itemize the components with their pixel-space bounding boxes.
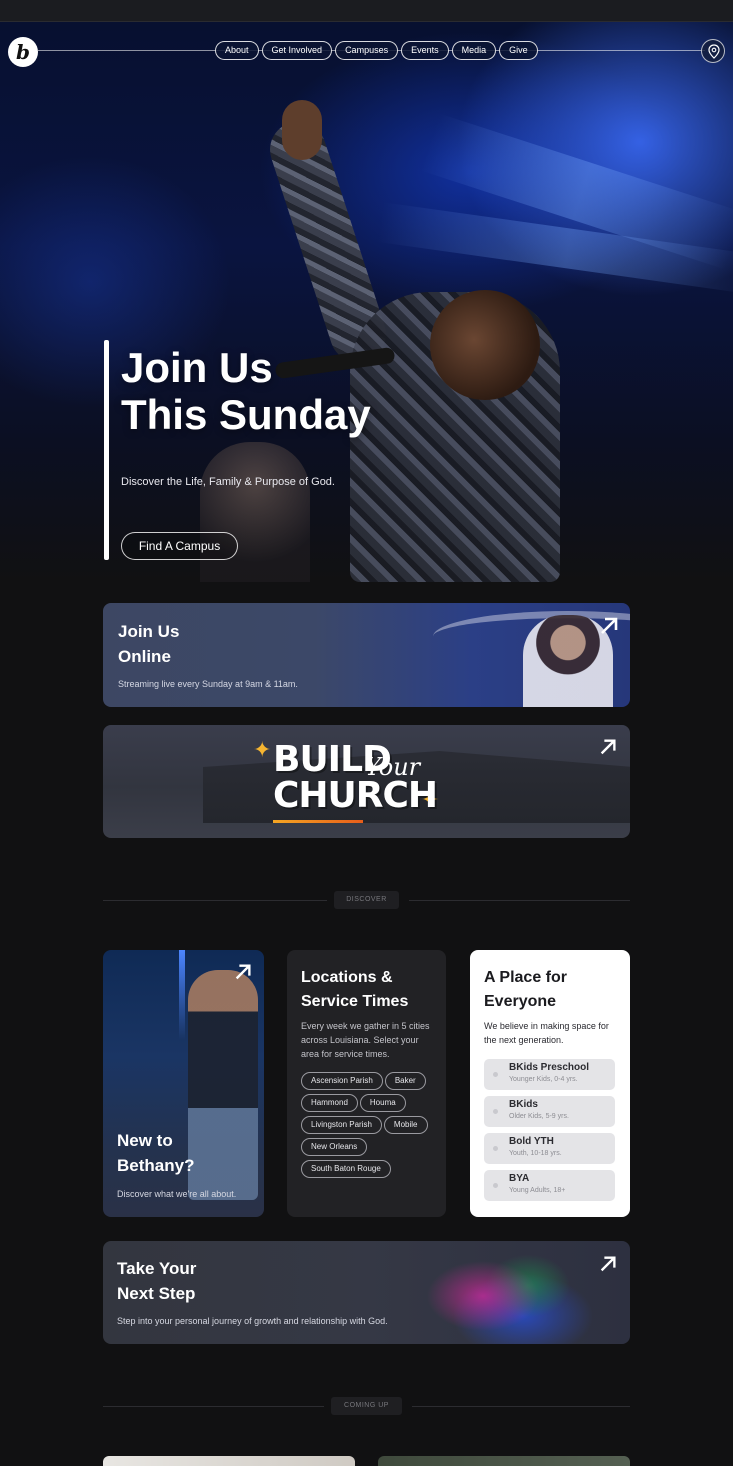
age-group-range: Young Adults, 18+ <box>509 1187 566 1194</box>
age-group-range: Younger Kids, 0-4 yrs. <box>509 1076 578 1083</box>
new-to-bethany-title: New to Bethany? <box>117 1128 217 1178</box>
divider-line <box>103 900 327 901</box>
discover-label: DISCOVER <box>334 891 399 909</box>
arrow-up-right-icon[interactable] <box>598 737 618 757</box>
age-group-name: Bold YTH <box>509 1136 554 1147</box>
nav-item-campuses[interactable]: Campuses <box>335 41 399 60</box>
bullet-icon <box>493 1109 498 1114</box>
place-for-everyone-description: We believe in making space for the next … <box>484 1021 609 1045</box>
age-group-range: Youth, 10-18 yrs. <box>509 1150 562 1157</box>
place-title-line1: A Place for <box>484 969 567 986</box>
divider-line <box>412 1406 630 1407</box>
location-tag-mobile[interactable]: Mobile <box>383 1116 428 1134</box>
location-tag-hammond[interactable]: Hammond <box>301 1094 358 1112</box>
join-online-title-line1: Join Us <box>118 622 180 641</box>
location-tag-houma[interactable]: Houma <box>359 1094 406 1112</box>
bullet-icon <box>493 1072 498 1077</box>
build-accent-stripe <box>273 820 363 823</box>
location-tags: Ascension Parish Baker Hammond Houma Liv… <box>301 1072 441 1178</box>
location-tag-livingston-parish[interactable]: Livingston Parish <box>301 1116 382 1134</box>
age-group-item[interactable]: BKids Older Kids, 5-9 yrs. <box>484 1096 615 1127</box>
logo[interactable]: b <box>8 37 38 67</box>
bullet-icon <box>493 1146 498 1151</box>
locations-title-line2: Service Times <box>301 993 409 1010</box>
nav-item-about[interactable]: About <box>215 41 259 60</box>
age-group-item[interactable]: Bold YTH Youth, 10-18 yrs. <box>484 1133 615 1164</box>
stage-light-image <box>179 950 185 1040</box>
hero-title-line2: This Sunday <box>121 391 371 438</box>
discover-divider: DISCOVER <box>103 891 630 911</box>
nav-item-events[interactable]: Events <box>401 41 449 60</box>
build-your-church-card[interactable]: ✦ ✦ BUILD Your CHURCH <box>103 725 630 838</box>
divider-line <box>103 1406 324 1407</box>
hero-section: b About Get Involved Campuses Events Med… <box>0 22 733 582</box>
join-online-subtitle: Streaming live every Sunday at 9am & 11a… <box>118 679 298 689</box>
new-to-bethany-title-line1: New to <box>117 1131 173 1150</box>
new-to-bethany-subtitle: Discover what we're all about. <box>117 1189 237 1199</box>
divider-line <box>409 900 630 901</box>
arrow-up-right-icon[interactable] <box>598 615 620 637</box>
location-button[interactable] <box>701 39 725 63</box>
locations-card: Locations & Service Times Every week we … <box>287 950 446 1217</box>
age-group-item[interactable]: BKids Preschool Younger Kids, 0-4 yrs. <box>484 1059 615 1090</box>
hero-subtitle: Discover the Life, Family & Purpose of G… <box>121 476 335 488</box>
join-online-title-line2: Online <box>118 647 171 666</box>
age-group-item[interactable]: BYA Young Adults, 18+ <box>484 1170 615 1201</box>
map-pin-icon <box>708 44 720 59</box>
arrow-up-right-icon[interactable] <box>233 962 253 982</box>
page: b About Get Involved Campuses Events Med… <box>0 22 733 1466</box>
coming-up-divider: COMING UP <box>103 1397 630 1417</box>
bullet-icon <box>493 1183 498 1188</box>
browser-top-bar <box>0 0 733 22</box>
locations-title-line1: Locations & <box>301 969 393 986</box>
nav-item-media[interactable]: Media <box>451 41 497 60</box>
sparkle-icon: ✦ <box>253 737 272 762</box>
arrow-up-right-icon[interactable] <box>598 1254 618 1274</box>
next-step-card[interactable]: Take Your Next Step Step into your perso… <box>103 1241 630 1344</box>
background-person-image <box>200 442 310 582</box>
next-step-title: Take Your Next Step <box>117 1256 237 1306</box>
hero-title: Join Us This Sunday <box>121 344 481 438</box>
next-step-title-line1: Take Your <box>117 1259 197 1278</box>
location-tag-ascension-parish[interactable]: Ascension Parish <box>301 1072 383 1090</box>
main-nav: b About Get Involved Campuses Events Med… <box>0 36 733 67</box>
age-group-name: BKids <box>509 1099 538 1110</box>
next-step-subtitle: Step into your personal journey of growt… <box>117 1316 388 1326</box>
locations-title: Locations & Service Times <box>301 966 441 1014</box>
coming-up-label: COMING UP <box>331 1397 402 1415</box>
age-group-name: BKids Preschool <box>509 1062 590 1073</box>
find-a-campus-button[interactable]: Find A Campus <box>121 532 238 560</box>
next-step-title-line2: Next Step <box>117 1284 196 1303</box>
age-group-list: BKids Preschool Younger Kids, 0-4 yrs. B… <box>484 1059 615 1207</box>
hero-accent-bar <box>104 340 109 560</box>
join-online-card[interactable]: Join Us Online Streaming live every Sund… <box>103 603 630 707</box>
nav-item-get-involved[interactable]: Get Involved <box>261 41 333 60</box>
nav-item-give[interactable]: Give <box>499 41 538 60</box>
event-card-preview[interactable] <box>103 1456 355 1466</box>
location-tag-baker[interactable]: Baker <box>384 1072 426 1090</box>
age-group-name: BYA <box>509 1173 530 1184</box>
new-to-bethany-card[interactable]: New to Bethany? Discover what we're all … <box>103 950 264 1217</box>
event-card-preview[interactable] <box>378 1456 630 1466</box>
place-for-everyone-card: A Place for Everyone We believe in makin… <box>470 950 630 1217</box>
location-tag-south-baton-rouge[interactable]: South Baton Rouge <box>301 1160 391 1178</box>
church-word: CHURCH <box>273 775 438 816</box>
new-to-bethany-title-line2: Bethany? <box>117 1156 195 1175</box>
place-for-everyone-title: A Place for Everyone <box>484 966 624 1014</box>
locations-description: Every week we gather in 5 cities across … <box>301 1021 430 1059</box>
age-group-range: Older Kids, 5-9 yrs. <box>509 1113 569 1120</box>
join-online-title: Join Us Online <box>118 619 238 669</box>
nav-items: About Get Involved Campuses Events Media… <box>215 41 538 60</box>
location-tag-new-orleans[interactable]: New Orleans <box>301 1138 368 1156</box>
hero-title-line1: Join Us <box>121 344 273 391</box>
place-title-line2: Everyone <box>484 993 557 1010</box>
singer-hand-image <box>282 100 322 160</box>
